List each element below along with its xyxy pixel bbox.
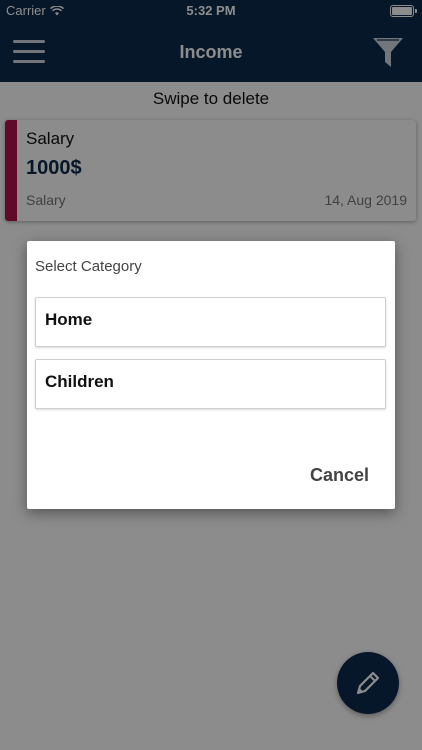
category-option-label: Children: [45, 372, 114, 391]
category-option-home[interactable]: Home: [35, 297, 386, 347]
category-option-children[interactable]: Children: [35, 359, 386, 409]
dialog-title: Select Category: [35, 258, 142, 275]
select-category-dialog: Select Category Home Children Cancel: [27, 241, 395, 509]
cancel-button[interactable]: Cancel: [310, 465, 369, 486]
category-option-label: Home: [45, 310, 93, 329]
